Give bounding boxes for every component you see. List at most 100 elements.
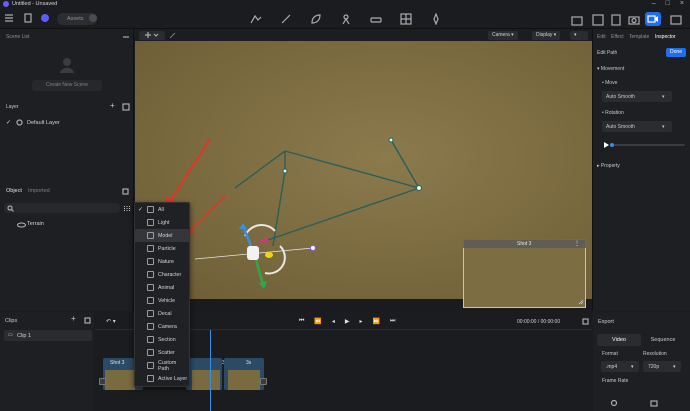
- menu-item-decal[interactable]: Decal: [135, 307, 189, 320]
- shot-preview-window[interactable]: [463, 239, 586, 308]
- tab-template[interactable]: Template: [629, 34, 649, 40]
- clips-title: Clips: [5, 318, 18, 324]
- minimize-icon[interactable]: –: [652, 0, 656, 7]
- camera-model[interactable]: [247, 246, 259, 260]
- tab-effect[interactable]: Effect: [611, 34, 624, 40]
- move-select[interactable]: Auto Smooth ▾: [602, 91, 672, 102]
- tab-object[interactable]: Object: [6, 188, 22, 194]
- format-select[interactable]: .mp4 ▾: [601, 361, 639, 372]
- gizmo-axis-z-arrow[interactable]: [239, 223, 247, 229]
- playhead[interactable]: [210, 330, 211, 411]
- layer-item-default[interactable]: Default Layer: [27, 120, 60, 126]
- menu-item-camera[interactable]: Camera: [135, 320, 189, 333]
- car-tool-icon[interactable]: [370, 13, 382, 25]
- share-icon[interactable]: [592, 14, 604, 26]
- preview-slider-thumb[interactable]: [610, 143, 614, 147]
- display-dropdown[interactable]: Display ▾: [532, 30, 561, 40]
- step-forward-icon[interactable]: ▸: [360, 318, 363, 325]
- tab-imported[interactable]: Imported: [28, 188, 50, 194]
- gizmo-axis-y-arrow[interactable]: [259, 281, 267, 289]
- layer-options-icon[interactable]: [122, 103, 130, 111]
- tab-video[interactable]: Video: [597, 334, 641, 346]
- rotation-select[interactable]: Auto Smooth ▾: [602, 121, 672, 132]
- add-clip-icon[interactable]: +: [71, 315, 76, 323]
- settings-icon[interactable]: [670, 14, 682, 26]
- tab-inspector[interactable]: Inspector: [655, 34, 676, 40]
- grid-tool-icon[interactable]: [400, 13, 412, 25]
- store-icon[interactable]: [571, 14, 583, 26]
- menu-item-character[interactable]: Character: [135, 268, 189, 281]
- done-button[interactable]: Done: [666, 48, 686, 57]
- menu-item-light[interactable]: Light: [135, 216, 189, 229]
- tab-sequence[interactable]: Sequence: [641, 334, 685, 346]
- menu-item-active-layer[interactable]: Active Layer: [135, 372, 189, 385]
- transform-mode-dropdown[interactable]: [139, 30, 165, 40]
- menu-item-model[interactable]: Model: [135, 229, 189, 242]
- gizmo-axis-y[interactable]: [253, 255, 265, 286]
- object-search-input[interactable]: [4, 203, 120, 213]
- maximize-icon[interactable]: □: [666, 0, 670, 7]
- fast-forward-icon[interactable]: ⏩: [373, 318, 380, 325]
- undo-dropdown[interactable]: ↶ ▾: [106, 318, 116, 325]
- video-camera-button[interactable]: [645, 12, 661, 26]
- play-icon[interactable]: ▶: [345, 318, 350, 325]
- rewind-icon[interactable]: ⏪: [314, 318, 321, 325]
- skip-end-icon[interactable]: ⏭: [390, 318, 395, 325]
- shot-preview-resize-icon[interactable]: [578, 299, 584, 305]
- menu-item-all[interactable]: ✓ All: [135, 203, 189, 216]
- terrain-tool-icon[interactable]: [250, 13, 262, 25]
- document-icon[interactable]: [23, 13, 35, 25]
- close-icon[interactable]: ×: [680, 0, 684, 7]
- preview-slider[interactable]: [610, 143, 685, 147]
- object-item-terrain[interactable]: Terrain: [27, 221, 44, 227]
- gizmo-axis-x[interactable]: [257, 237, 269, 243]
- gizmo-handle-yellow[interactable]: [265, 252, 273, 258]
- tab-edit[interactable]: Edit: [597, 34, 606, 40]
- skip-start-icon[interactable]: ⏮: [299, 318, 304, 325]
- property-section[interactable]: ▸ Property: [597, 163, 620, 169]
- menu-item-nature[interactable]: Nature: [135, 255, 189, 268]
- menu-item-particle[interactable]: Particle: [135, 242, 189, 255]
- object-options-icon[interactable]: [122, 188, 129, 195]
- path-node-selected[interactable]: [310, 245, 316, 251]
- path-node[interactable]: [388, 137, 394, 143]
- segment-camera-icon[interactable]: [260, 378, 267, 385]
- camera-dropdown[interactable]: Camera ▾: [488, 30, 518, 40]
- menu-item-custom-path[interactable]: Custom Path: [135, 359, 189, 372]
- rotation-label: Rotation: [605, 110, 624, 116]
- character-tool-icon[interactable]: [340, 13, 352, 25]
- render-icon[interactable]: [610, 14, 622, 26]
- light-tool-icon[interactable]: [430, 13, 442, 25]
- screenshot-icon[interactable]: [628, 14, 640, 26]
- export-folder-icon[interactable]: [650, 399, 658, 407]
- brush-tool-icon[interactable]: [280, 13, 292, 25]
- assets-app-icon[interactable]: [40, 13, 52, 25]
- create-new-scene-button[interactable]: Create New Scene: [32, 80, 102, 91]
- step-back-icon[interactable]: ◂: [332, 318, 335, 325]
- preview-play-icon[interactable]: [603, 142, 609, 148]
- pen-icon[interactable]: [169, 31, 177, 39]
- rotation-gizmo-ring[interactable]: [264, 245, 286, 275]
- rotation-gizmo-ring[interactable]: [244, 224, 276, 237]
- fit-timeline-icon[interactable]: [582, 318, 589, 325]
- menu-item-animal[interactable]: Animal: [135, 281, 189, 294]
- layer-visibility-icon[interactable]: [16, 119, 23, 126]
- menu-item-vehicle[interactable]: Vehicle: [135, 294, 189, 307]
- view-options-dropdown[interactable]: ▾: [570, 30, 588, 40]
- menu-item-section[interactable]: Section: [135, 333, 189, 346]
- shot-preview-options-icon[interactable]: ⋮: [574, 240, 580, 247]
- add-layer-icon[interactable]: +: [110, 102, 115, 110]
- leaf-tool-icon[interactable]: [310, 13, 322, 25]
- assets-close-icon[interactable]: [88, 13, 100, 25]
- movement-section[interactable]: ▾ Movement: [597, 66, 624, 72]
- clip-options-icon[interactable]: [84, 317, 91, 324]
- filter-grid-icon[interactable]: [123, 205, 131, 212]
- export-settings-icon[interactable]: [610, 399, 618, 407]
- path-node[interactable]: [416, 185, 422, 191]
- resolution-select[interactable]: 720p ▾: [643, 361, 681, 372]
- path-node[interactable]: [282, 168, 288, 174]
- segment-camera-icon[interactable]: [99, 378, 106, 385]
- menu-icon[interactable]: [4, 13, 16, 25]
- menu-item-scatter[interactable]: Scatter: [135, 346, 189, 359]
- scene-list-add-icon[interactable]: [122, 33, 130, 41]
